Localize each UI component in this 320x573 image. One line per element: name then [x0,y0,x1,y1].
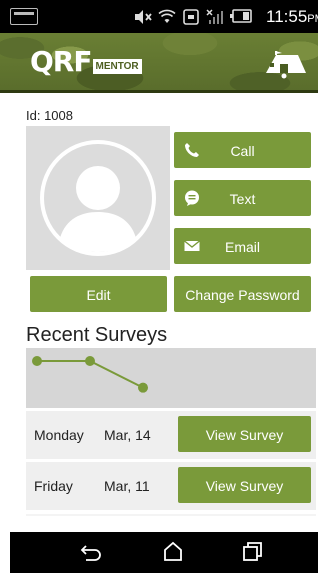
back-icon[interactable] [78,540,104,564]
status-bar: 11:55PM [0,0,320,33]
logo-text: QRF [30,45,92,78]
clock: 11:55PM [266,7,320,27]
recent-surveys-title: Recent Surveys [26,324,168,346]
notification-icon [10,8,38,25]
home-icon[interactable] [160,540,186,564]
email-button[interactable]: Email [174,228,311,264]
call-button[interactable]: Call [174,132,311,168]
wifi-icon [158,9,176,25]
view-survey-label: View Survey [205,427,284,443]
system-nav-bar [10,532,318,573]
hq-tent-icon[interactable] [262,47,306,79]
logo-subtext: MENTOR [92,59,142,74]
list-divider [26,514,316,516]
edit-button[interactable]: Edit [30,276,167,312]
status-icons [134,8,252,26]
phone-icon [185,143,199,157]
trend-point [85,356,95,366]
app-header: QRF MENTOR [0,33,318,93]
survey-date: Mar, 14 [104,427,151,443]
no-signal-icon [206,9,224,25]
change-password-button[interactable]: Change Password [174,276,311,312]
nfc-icon [182,9,200,25]
edit-label: Edit [86,287,111,303]
clock-time: 11:55 [266,7,308,26]
view-survey-button[interactable]: View Survey [178,416,311,452]
app-logo: QRF MENTOR [30,47,142,77]
change-password-label: Change Password [185,287,300,303]
view-survey-label: View Survey [205,478,284,494]
envelope-icon [184,240,200,251]
user-id-label: Id: 1008 [26,108,73,123]
trend-point [138,382,148,393]
text-button[interactable]: Text [174,180,311,216]
view-survey-button[interactable]: View Survey [178,467,311,503]
default-avatar-icon [26,126,170,270]
trend-point [32,356,42,366]
chat-bubble-icon [185,190,199,206]
survey-day: Monday [34,427,84,443]
survey-trend-chart [26,348,316,408]
survey-row: Friday Mar, 11 View Survey [26,462,316,510]
clock-suffix: PM [307,13,320,25]
battery-icon [230,9,252,25]
survey-date: Mar, 11 [104,478,150,494]
survey-day: Friday [34,478,73,494]
recent-apps-icon[interactable] [240,540,266,564]
survey-trend-svg [32,356,148,393]
mute-icon [134,9,152,25]
survey-row: Monday Mar, 14 View Survey [26,411,316,459]
